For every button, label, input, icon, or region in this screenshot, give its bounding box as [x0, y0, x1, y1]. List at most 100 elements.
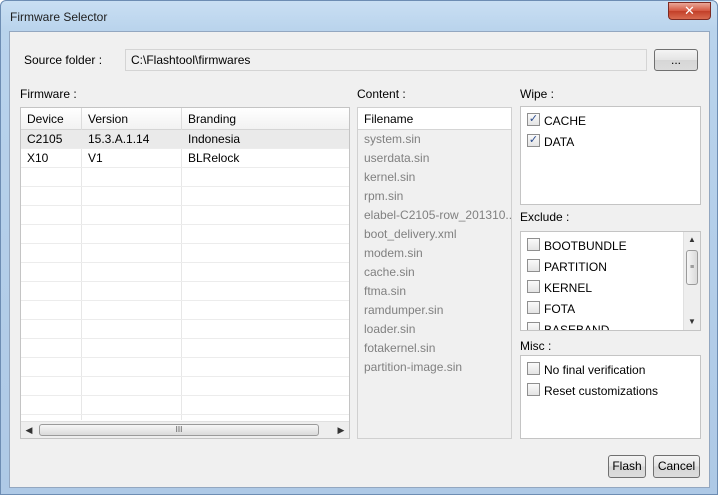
exclude-option[interactable]: FOTA: [527, 298, 575, 318]
checkbox-label: DATA: [544, 134, 575, 149]
list-item: elabel-C2105-row_201310...: [364, 208, 511, 222]
firmware-table-header: Device Version Branding: [21, 108, 349, 130]
empty-row: [21, 339, 349, 358]
grip-icon: ≡: [689, 264, 695, 271]
checkbox-unchecked[interactable]: [527, 383, 540, 397]
checkbox-label: PARTITION: [544, 259, 607, 274]
exclude-option[interactable]: BASEBAND: [527, 319, 610, 331]
wipe-label: Wipe :: [520, 87, 555, 101]
list-item: kernel.sin: [364, 170, 416, 184]
empty-row: [21, 301, 349, 320]
checkbox-checked[interactable]: ✓: [527, 134, 540, 148]
exclude-vertical-scrollbar[interactable]: ▲ ≡ ▼: [683, 232, 700, 330]
empty-row: [21, 377, 349, 396]
firmware-selector-window: Firmware Selector ✕ Source folder : C:\F…: [0, 0, 718, 495]
checkbox-unchecked[interactable]: [527, 301, 540, 315]
cell-device: C2105: [27, 132, 63, 146]
checkbox-label: KERNEL: [544, 280, 593, 295]
checkbox-label: Reset customizations: [544, 383, 659, 398]
checkbox-unchecked[interactable]: [527, 238, 540, 252]
content-list: Filename system.sin userdata.sin kernel.si…: [357, 107, 512, 439]
firmware-table: Device Version Branding C2105 15.3.A.1.14…: [20, 107, 350, 439]
empty-row: [21, 206, 349, 225]
grip-icon: III: [175, 425, 183, 434]
column-header-device[interactable]: Device: [21, 108, 82, 130]
browse-button[interactable]: ...: [654, 49, 698, 71]
exclude-option[interactable]: PARTITION: [527, 256, 607, 276]
exclude-box: BOOTBUNDLE PARTITION KERNEL FOTA BASEBAND ▲ …: [520, 231, 701, 331]
checkbox-checked[interactable]: ✓: [527, 113, 540, 127]
cancel-button[interactable]: Cancel: [653, 455, 700, 478]
checkbox-unchecked[interactable]: [527, 259, 540, 273]
empty-row: [21, 263, 349, 282]
misc-label: Misc :: [520, 339, 552, 353]
checkbox-label: BASEBAND: [544, 322, 610, 331]
check-icon: ✓: [528, 113, 539, 126]
misc-box: No final verification Reset customization…: [520, 355, 701, 439]
wipe-option[interactable]: ✓ CACHE: [527, 110, 586, 130]
cell-version: V1: [88, 151, 103, 165]
checkbox-unchecked[interactable]: [527, 362, 540, 376]
list-item: rpm.sin: [364, 189, 404, 203]
list-item: cache.sin: [364, 265, 415, 279]
close-icon: ✕: [684, 3, 695, 18]
check-icon: ✓: [528, 134, 539, 147]
wipe-box: ✓ CACHE ✓ DATA: [520, 106, 701, 205]
source-folder-field[interactable]: C:\Flashtool\firmwares: [125, 49, 647, 71]
checkbox-unchecked[interactable]: [527, 280, 540, 294]
cell-version: 15.3.A.1.14: [88, 132, 150, 146]
list-item: boot_delivery.xml: [364, 227, 457, 241]
checkbox-label: FOTA: [544, 301, 576, 316]
exclude-label: Exclude :: [520, 210, 570, 224]
cell-device: X10: [27, 151, 49, 165]
wipe-option[interactable]: ✓ DATA: [527, 131, 574, 151]
checkbox-unchecked[interactable]: [527, 322, 540, 330]
scroll-left-arrow-icon[interactable]: ◀: [21, 422, 37, 438]
table-row[interactable]: C2105 15.3.A.1.14 Indonesia: [21, 130, 349, 149]
list-item: fotakernel.sin: [364, 341, 436, 355]
content-label: Content :: [357, 87, 406, 101]
empty-row: [21, 244, 349, 263]
checkbox-label: No final verification: [544, 362, 646, 377]
empty-row: [21, 282, 349, 301]
misc-option[interactable]: Reset customizations: [527, 380, 658, 400]
title-bar[interactable]: Firmware Selector ✕: [1, 1, 717, 31]
list-item: partition-image.sin: [364, 360, 463, 374]
close-button[interactable]: ✕: [668, 2, 711, 20]
misc-option[interactable]: No final verification: [527, 359, 645, 379]
column-header-version[interactable]: Version: [82, 108, 182, 130]
cell-branding: BLRelock: [188, 151, 240, 165]
firmware-label: Firmware :: [20, 87, 77, 101]
list-item: modem.sin: [364, 246, 423, 260]
horizontal-scroll-thumb[interactable]: III: [39, 424, 319, 436]
cell-branding: Indonesia: [188, 132, 241, 146]
empty-row: [21, 358, 349, 377]
exclude-option[interactable]: BOOTBUNDLE: [527, 235, 627, 255]
scroll-up-arrow-icon[interactable]: ▲: [684, 232, 700, 248]
list-item: userdata.sin: [364, 151, 430, 165]
content-file-list: system.sin userdata.sin kernel.sin rpm.sin e…: [358, 130, 511, 438]
list-item: ramdumper.sin: [364, 303, 444, 317]
filename-header[interactable]: Filename: [358, 108, 511, 130]
checkbox-label: BOOTBUNDLE: [544, 238, 627, 253]
empty-row: [21, 225, 349, 244]
scroll-down-arrow-icon[interactable]: ▼: [684, 314, 700, 330]
exclude-option[interactable]: KERNEL: [527, 277, 592, 297]
table-row[interactable]: X10 V1 BLRelock: [21, 149, 349, 168]
firmware-horizontal-scrollbar[interactable]: ◀ III ▶: [21, 421, 349, 438]
window-title: Firmware Selector: [10, 10, 108, 24]
list-item: ftma.sin: [364, 284, 407, 298]
empty-row: [21, 168, 349, 187]
empty-row: [21, 187, 349, 206]
source-folder-label: Source folder :: [24, 53, 103, 67]
empty-row: [21, 320, 349, 339]
flash-button[interactable]: Flash: [608, 455, 646, 478]
vertical-scroll-thumb[interactable]: ≡: [686, 250, 698, 285]
list-item: system.sin: [364, 132, 421, 146]
dialog-client-area: Source folder : C:\Flashtool\firmwares .…: [9, 31, 710, 488]
scroll-right-arrow-icon[interactable]: ▶: [333, 422, 349, 438]
checkbox-label: CACHE: [544, 113, 587, 128]
list-item: loader.sin: [364, 322, 416, 336]
column-header-branding[interactable]: Branding: [182, 108, 349, 130]
empty-row: [21, 396, 349, 415]
